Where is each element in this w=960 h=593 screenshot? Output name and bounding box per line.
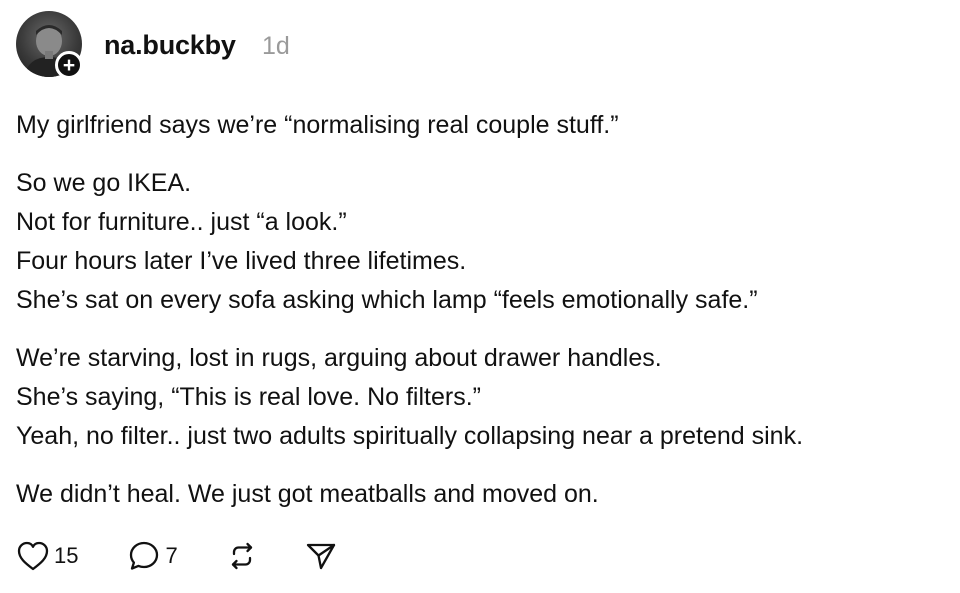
- reply-button[interactable]: 7: [127, 539, 178, 573]
- post-line: She’s saying, “This is real love. No fil…: [16, 383, 481, 411]
- post-line: We didn’t heal. We just got meatballs an…: [16, 480, 599, 508]
- plus-icon: +: [62, 53, 76, 77]
- reply-count: 7: [165, 543, 178, 568]
- repost-button[interactable]: [226, 540, 258, 572]
- share-button[interactable]: [305, 540, 337, 572]
- heart-icon: [17, 541, 49, 571]
- author-username[interactable]: na.buckby: [104, 30, 236, 61]
- post-timestamp: 1d: [262, 32, 290, 60]
- post-text: My girlfriend says we’re “normalising re…: [16, 106, 951, 514]
- repost-icon: [231, 542, 252, 570]
- post-line: We’re starving, lost in rugs, arguing ab…: [16, 344, 662, 372]
- post-line: Not for furniture.. just “a look.”: [16, 208, 347, 236]
- like-button[interactable]: 15: [16, 540, 78, 572]
- post-line: My girlfriend says we’re “normalising re…: [16, 111, 619, 139]
- follow-button[interactable]: +: [55, 51, 83, 79]
- post-line: Four hours later I’ve lived three lifeti…: [16, 247, 467, 275]
- like-count: 15: [54, 543, 79, 568]
- post-line: So we go IKEA.: [16, 169, 192, 197]
- send-icon: [306, 543, 335, 570]
- comment-icon: [130, 541, 159, 570]
- post-line: She’s sat on every sofa asking which lam…: [16, 286, 758, 314]
- post-line: Yeah, no filter.. just two adults spirit…: [16, 422, 804, 450]
- post-actions: 15 7: [16, 538, 337, 574]
